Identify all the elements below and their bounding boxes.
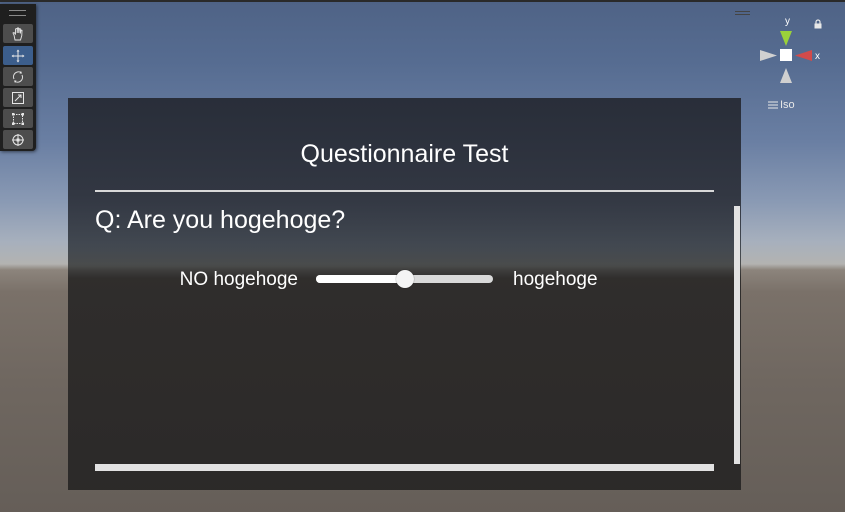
projection-label: Iso bbox=[780, 99, 795, 111]
panel-title: Questionnaire Test bbox=[300, 140, 509, 168]
question-text: Q: Are you hogehoge? bbox=[95, 206, 346, 234]
gizmo-neg-y-axis[interactable] bbox=[780, 68, 792, 83]
horizontal-scrollbar[interactable] bbox=[95, 464, 714, 471]
slider-fill bbox=[316, 275, 405, 283]
toolbar-grip[interactable] bbox=[9, 10, 26, 16]
orientation-gizmo[interactable]: y x bbox=[755, 14, 825, 84]
scene-view[interactable]: y x Iso Questionnaire Test Q: Are you ho… bbox=[0, 0, 845, 512]
scale-icon bbox=[12, 91, 24, 104]
menu-icon bbox=[768, 101, 778, 109]
rotate-tool-button[interactable] bbox=[3, 67, 33, 86]
title-divider bbox=[95, 190, 714, 192]
gizmo-y-axis[interactable] bbox=[780, 31, 792, 46]
answer-slider-row: NO hogehoge hogehoge bbox=[68, 266, 741, 294]
rotate-icon bbox=[13, 70, 23, 83]
gizmo-x-label: x bbox=[815, 51, 820, 62]
move-icon bbox=[11, 49, 25, 62]
slider-min-label: NO hogehoge bbox=[179, 269, 298, 290]
slider-max-label: hogehoge bbox=[513, 269, 598, 290]
gizmo-y-label: y bbox=[785, 16, 790, 27]
move-tool-button[interactable] bbox=[3, 46, 33, 65]
gizmo-neg-x-axis[interactable] bbox=[760, 50, 777, 61]
slider-handle[interactable] bbox=[395, 270, 414, 288]
answer-slider[interactable] bbox=[316, 270, 493, 288]
rect-tool-icon bbox=[12, 112, 24, 125]
scale-tool-button[interactable] bbox=[3, 88, 33, 107]
gizmo-center-cube[interactable] bbox=[780, 49, 792, 61]
gizmo-x-axis[interactable] bbox=[795, 50, 812, 61]
transform-icon bbox=[12, 133, 24, 146]
rect-tool-button[interactable] bbox=[3, 109, 33, 128]
overlay-grip[interactable] bbox=[735, 11, 750, 15]
projection-toggle[interactable]: Iso bbox=[768, 99, 795, 111]
tool-palette bbox=[0, 4, 36, 151]
transform-tool-button[interactable] bbox=[3, 130, 33, 149]
questionnaire-panel: Questionnaire Test Q: Are you hogehoge? … bbox=[68, 98, 741, 490]
hand-tool-button[interactable] bbox=[3, 24, 33, 43]
vertical-scrollbar[interactable] bbox=[734, 206, 740, 464]
hand-icon bbox=[12, 27, 23, 40]
